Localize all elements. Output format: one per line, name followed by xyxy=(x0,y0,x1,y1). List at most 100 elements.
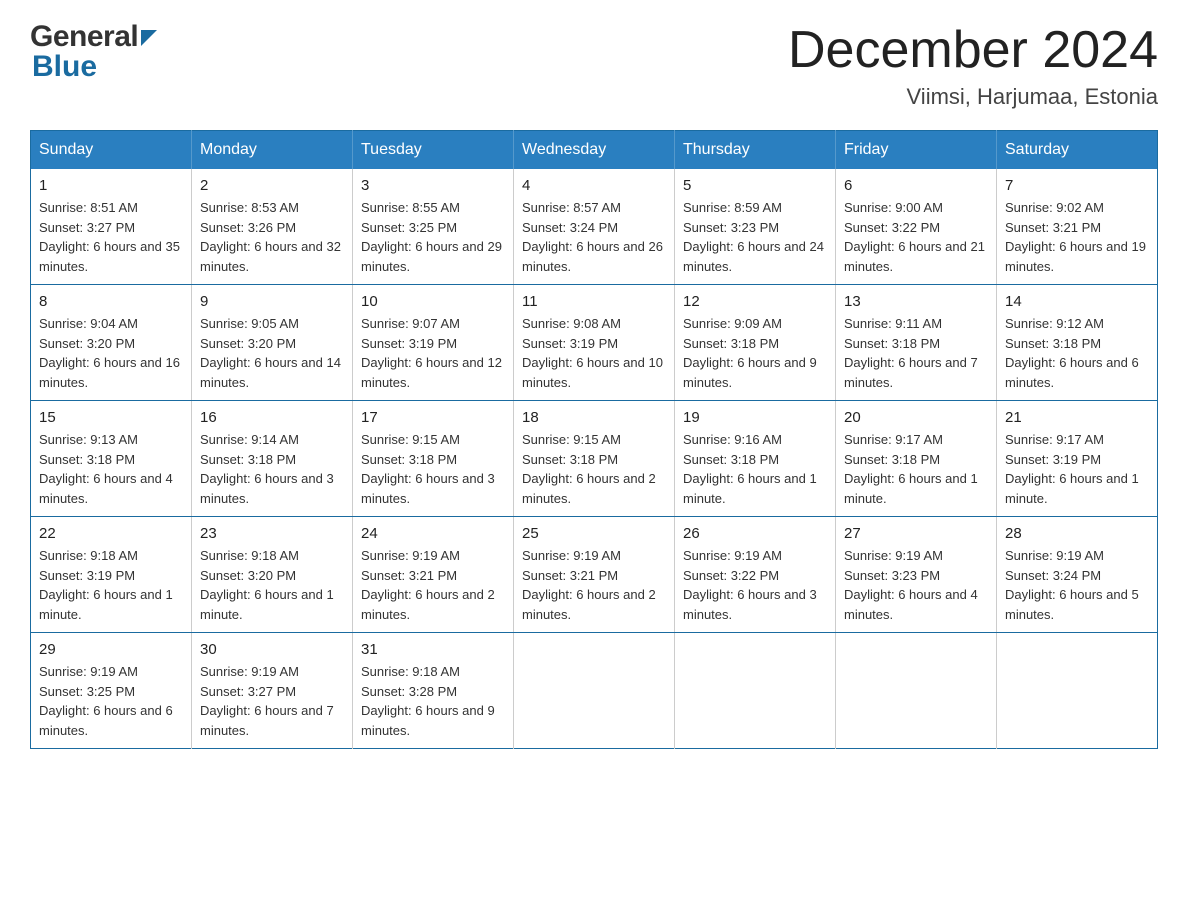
day-number: 31 xyxy=(361,641,505,658)
calendar-cell: 18 Sunrise: 9:15 AMSunset: 3:18 PMDaylig… xyxy=(514,401,675,517)
calendar-header-thursday: Thursday xyxy=(675,131,836,170)
day-info: Sunrise: 9:19 AMSunset: 3:24 PMDaylight:… xyxy=(1005,546,1149,624)
logo-blue-text: Blue xyxy=(32,50,97,84)
day-info: Sunrise: 8:57 AMSunset: 3:24 PMDaylight:… xyxy=(522,198,666,276)
calendar-cell: 2 Sunrise: 8:53 AMSunset: 3:26 PMDayligh… xyxy=(192,169,353,285)
page-header: General Blue December 2024 Viimsi, Harju… xyxy=(30,20,1158,110)
day-info: Sunrise: 9:19 AMSunset: 3:22 PMDaylight:… xyxy=(683,546,827,624)
calendar-header-wednesday: Wednesday xyxy=(514,131,675,170)
calendar-cell: 25 Sunrise: 9:19 AMSunset: 3:21 PMDaylig… xyxy=(514,517,675,633)
calendar-header-saturday: Saturday xyxy=(997,131,1158,170)
calendar-cell: 30 Sunrise: 9:19 AMSunset: 3:27 PMDaylig… xyxy=(192,633,353,749)
day-number: 2 xyxy=(200,177,344,194)
calendar-cell: 17 Sunrise: 9:15 AMSunset: 3:18 PMDaylig… xyxy=(353,401,514,517)
calendar-cell: 5 Sunrise: 8:59 AMSunset: 3:23 PMDayligh… xyxy=(675,169,836,285)
day-number: 27 xyxy=(844,525,988,542)
title-section: December 2024 Viimsi, Harjumaa, Estonia xyxy=(788,20,1158,110)
day-info: Sunrise: 9:19 AMSunset: 3:23 PMDaylight:… xyxy=(844,546,988,624)
calendar-cell: 21 Sunrise: 9:17 AMSunset: 3:19 PMDaylig… xyxy=(997,401,1158,517)
day-info: Sunrise: 9:09 AMSunset: 3:18 PMDaylight:… xyxy=(683,314,827,392)
calendar-header-row: SundayMondayTuesdayWednesdayThursdayFrid… xyxy=(31,131,1158,170)
calendar-cell: 20 Sunrise: 9:17 AMSunset: 3:18 PMDaylig… xyxy=(836,401,997,517)
calendar-week-1: 1 Sunrise: 8:51 AMSunset: 3:27 PMDayligh… xyxy=(31,169,1158,285)
calendar-cell: 4 Sunrise: 8:57 AMSunset: 3:24 PMDayligh… xyxy=(514,169,675,285)
day-info: Sunrise: 9:13 AMSunset: 3:18 PMDaylight:… xyxy=(39,430,183,508)
day-number: 22 xyxy=(39,525,183,542)
day-info: Sunrise: 8:55 AMSunset: 3:25 PMDaylight:… xyxy=(361,198,505,276)
day-info: Sunrise: 9:14 AMSunset: 3:18 PMDaylight:… xyxy=(200,430,344,508)
day-number: 20 xyxy=(844,409,988,426)
day-info: Sunrise: 9:18 AMSunset: 3:20 PMDaylight:… xyxy=(200,546,344,624)
day-number: 4 xyxy=(522,177,666,194)
calendar-header-tuesday: Tuesday xyxy=(353,131,514,170)
calendar-cell: 24 Sunrise: 9:19 AMSunset: 3:21 PMDaylig… xyxy=(353,517,514,633)
calendar-cell: 29 Sunrise: 9:19 AMSunset: 3:25 PMDaylig… xyxy=(31,633,192,749)
day-number: 16 xyxy=(200,409,344,426)
day-number: 14 xyxy=(1005,293,1149,310)
day-info: Sunrise: 9:18 AMSunset: 3:19 PMDaylight:… xyxy=(39,546,183,624)
day-number: 29 xyxy=(39,641,183,658)
day-info: Sunrise: 9:05 AMSunset: 3:20 PMDaylight:… xyxy=(200,314,344,392)
calendar-cell: 23 Sunrise: 9:18 AMSunset: 3:20 PMDaylig… xyxy=(192,517,353,633)
day-info: Sunrise: 9:12 AMSunset: 3:18 PMDaylight:… xyxy=(1005,314,1149,392)
calendar-cell: 28 Sunrise: 9:19 AMSunset: 3:24 PMDaylig… xyxy=(997,517,1158,633)
calendar-cell: 16 Sunrise: 9:14 AMSunset: 3:18 PMDaylig… xyxy=(192,401,353,517)
day-number: 18 xyxy=(522,409,666,426)
calendar-cell xyxy=(997,633,1158,749)
day-number: 15 xyxy=(39,409,183,426)
day-number: 1 xyxy=(39,177,183,194)
logo-general-text: General xyxy=(30,20,138,54)
calendar-header-friday: Friday xyxy=(836,131,997,170)
day-info: Sunrise: 9:15 AMSunset: 3:18 PMDaylight:… xyxy=(361,430,505,508)
day-number: 17 xyxy=(361,409,505,426)
calendar-week-4: 22 Sunrise: 9:18 AMSunset: 3:19 PMDaylig… xyxy=(31,517,1158,633)
day-number: 25 xyxy=(522,525,666,542)
day-number: 6 xyxy=(844,177,988,194)
calendar-cell: 3 Sunrise: 8:55 AMSunset: 3:25 PMDayligh… xyxy=(353,169,514,285)
day-number: 12 xyxy=(683,293,827,310)
calendar-cell: 12 Sunrise: 9:09 AMSunset: 3:18 PMDaylig… xyxy=(675,285,836,401)
calendar-cell: 13 Sunrise: 9:11 AMSunset: 3:18 PMDaylig… xyxy=(836,285,997,401)
day-info: Sunrise: 9:18 AMSunset: 3:28 PMDaylight:… xyxy=(361,662,505,740)
day-info: Sunrise: 9:17 AMSunset: 3:19 PMDaylight:… xyxy=(1005,430,1149,508)
day-number: 11 xyxy=(522,293,666,310)
calendar-cell: 10 Sunrise: 9:07 AMSunset: 3:19 PMDaylig… xyxy=(353,285,514,401)
calendar-cell: 11 Sunrise: 9:08 AMSunset: 3:19 PMDaylig… xyxy=(514,285,675,401)
logo: General Blue xyxy=(30,20,157,84)
calendar-cell: 31 Sunrise: 9:18 AMSunset: 3:28 PMDaylig… xyxy=(353,633,514,749)
day-info: Sunrise: 9:19 AMSunset: 3:21 PMDaylight:… xyxy=(361,546,505,624)
day-number: 8 xyxy=(39,293,183,310)
logo-triangle-icon xyxy=(141,30,157,46)
location-text: Viimsi, Harjumaa, Estonia xyxy=(788,84,1158,110)
day-info: Sunrise: 9:02 AMSunset: 3:21 PMDaylight:… xyxy=(1005,198,1149,276)
day-number: 28 xyxy=(1005,525,1149,542)
day-number: 30 xyxy=(200,641,344,658)
calendar-header-monday: Monday xyxy=(192,131,353,170)
day-number: 23 xyxy=(200,525,344,542)
calendar-header-sunday: Sunday xyxy=(31,131,192,170)
calendar-cell: 26 Sunrise: 9:19 AMSunset: 3:22 PMDaylig… xyxy=(675,517,836,633)
day-number: 5 xyxy=(683,177,827,194)
calendar-cell: 9 Sunrise: 9:05 AMSunset: 3:20 PMDayligh… xyxy=(192,285,353,401)
day-info: Sunrise: 8:53 AMSunset: 3:26 PMDaylight:… xyxy=(200,198,344,276)
calendar-table: SundayMondayTuesdayWednesdayThursdayFrid… xyxy=(30,130,1158,749)
day-info: Sunrise: 9:19 AMSunset: 3:27 PMDaylight:… xyxy=(200,662,344,740)
calendar-week-5: 29 Sunrise: 9:19 AMSunset: 3:25 PMDaylig… xyxy=(31,633,1158,749)
calendar-cell: 27 Sunrise: 9:19 AMSunset: 3:23 PMDaylig… xyxy=(836,517,997,633)
calendar-cell: 22 Sunrise: 9:18 AMSunset: 3:19 PMDaylig… xyxy=(31,517,192,633)
day-info: Sunrise: 9:15 AMSunset: 3:18 PMDaylight:… xyxy=(522,430,666,508)
calendar-cell: 8 Sunrise: 9:04 AMSunset: 3:20 PMDayligh… xyxy=(31,285,192,401)
calendar-cell xyxy=(675,633,836,749)
calendar-cell: 15 Sunrise: 9:13 AMSunset: 3:18 PMDaylig… xyxy=(31,401,192,517)
day-number: 10 xyxy=(361,293,505,310)
day-number: 9 xyxy=(200,293,344,310)
day-number: 24 xyxy=(361,525,505,542)
calendar-cell: 14 Sunrise: 9:12 AMSunset: 3:18 PMDaylig… xyxy=(997,285,1158,401)
day-info: Sunrise: 9:17 AMSunset: 3:18 PMDaylight:… xyxy=(844,430,988,508)
day-info: Sunrise: 9:04 AMSunset: 3:20 PMDaylight:… xyxy=(39,314,183,392)
calendar-cell xyxy=(836,633,997,749)
calendar-cell: 6 Sunrise: 9:00 AMSunset: 3:22 PMDayligh… xyxy=(836,169,997,285)
calendar-cell: 1 Sunrise: 8:51 AMSunset: 3:27 PMDayligh… xyxy=(31,169,192,285)
day-info: Sunrise: 8:51 AMSunset: 3:27 PMDaylight:… xyxy=(39,198,183,276)
calendar-cell: 19 Sunrise: 9:16 AMSunset: 3:18 PMDaylig… xyxy=(675,401,836,517)
